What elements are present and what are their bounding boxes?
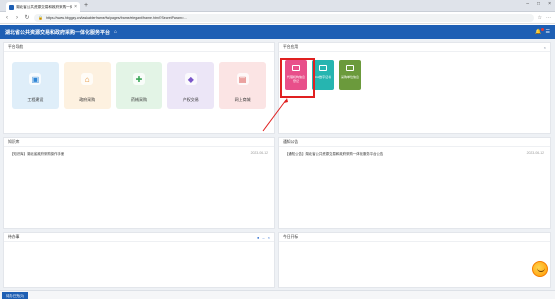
shop-icon: ▤ xyxy=(236,73,249,85)
app-tile[interactable]: 采购单位信息 xyxy=(339,60,361,90)
nav-card-label: 药械采购 xyxy=(130,97,147,102)
reload-icon[interactable]: ↻ xyxy=(24,15,30,21)
platform-apps-panel: 平台应用 × 代理机构信息登记 CA数字证书 采购单位信息 xyxy=(278,42,551,134)
address-bar: ‹ › ↻ 🔒 https://www.hbggzy.cn/taskablerf… xyxy=(0,12,555,24)
minimize-panel-icon[interactable]: – xyxy=(262,235,264,240)
assistant-mascot-icon[interactable] xyxy=(532,261,548,277)
url-text: https://www.hbggzy.cn/taskablerframe/fw/… xyxy=(45,15,187,20)
nav-card-label: 工程建设 xyxy=(27,97,44,102)
nav-card-label: 政府采购 xyxy=(79,97,96,102)
tab-close-icon[interactable]: × xyxy=(74,4,77,10)
basket-icon: ⌂ xyxy=(81,73,94,85)
minimize-button[interactable]: – xyxy=(526,1,529,7)
bottom-taskbar: 待办已完(0) xyxy=(0,290,555,299)
panel-title: 知识库 xyxy=(8,139,20,144)
building-icon: ▣ xyxy=(29,73,42,85)
star-icon[interactable]: ☆ xyxy=(538,15,542,21)
panel-title: 通知公告 xyxy=(283,139,299,144)
panel-header: 待办事 ● – × xyxy=(4,233,274,242)
app-tile-list: 代理机构信息登记 CA数字证书 采购单位信息 xyxy=(279,52,550,98)
platform-nav-panel: 平台导航 ▣ 工程建设 ⌂ 政府采购 ✚ 药械采购 ◆ 产权交易 ▤ 网上商城 xyxy=(3,42,275,134)
panel-title: 平台导航 xyxy=(8,44,24,49)
panel-header: 通知公告 xyxy=(279,138,550,147)
app-title: 湖北省公共资源交易和政府采购一体化服务平台 xyxy=(5,29,111,36)
notification-bell-icon[interactable]: 🔔 xyxy=(535,28,544,35)
refresh-icon[interactable]: ● xyxy=(257,235,259,240)
app-tile-label: CA数字证书 xyxy=(314,75,332,79)
home-icon[interactable]: ⌂ xyxy=(114,29,117,35)
nav-card[interactable]: ◆ 产权交易 xyxy=(167,62,215,109)
panel-header: 平台导航 xyxy=(4,43,274,52)
annotation-arrow xyxy=(262,98,288,132)
favicon-icon xyxy=(9,4,14,10)
close-panel-icon[interactable]: × xyxy=(268,235,270,240)
app-header: 湖北省公共资源交易和政府采购一体化服务平台 ⌂ 🔔 ☰ xyxy=(0,25,555,39)
notice-panel: 通知公告 【通知公告】湖北省公共资源交易和政府采购一体化服务平台公告 2023-… xyxy=(278,137,551,229)
nav-card-label: 网上商城 xyxy=(234,97,251,102)
app-tile[interactable]: CA数字证书 xyxy=(312,60,334,90)
lock-icon: 🔒 xyxy=(38,15,43,20)
medicine-icon: ✚ xyxy=(132,73,145,85)
nav-card[interactable]: ✚ 药械采购 xyxy=(115,62,163,109)
folder-icon xyxy=(346,65,354,71)
panel-title: 今日开标 xyxy=(283,234,299,239)
folder-icon xyxy=(319,65,327,71)
app-tile-label: 采购单位信息 xyxy=(340,75,359,79)
nav-card-label: 产权交易 xyxy=(182,97,199,102)
notification-dot xyxy=(540,28,544,31)
property-icon: ◆ xyxy=(184,73,197,85)
panel-title: 待办事 xyxy=(8,234,20,239)
collapse-icon[interactable]: × xyxy=(544,45,546,50)
browser-tab-strip: 湖北省公共资源交易和政府采购一体化服务平台 × + – □ × xyxy=(0,0,555,12)
close-window-button[interactable]: × xyxy=(548,1,551,7)
highlight-box xyxy=(280,58,315,98)
panel-header: 平台应用 × xyxy=(279,43,550,52)
list-item-title: 【通知公告】湖北省公共资源交易和政府采购一体化服务平台公告 xyxy=(285,152,384,156)
nav-card[interactable]: ▣ 工程建设 xyxy=(12,62,59,109)
bid-opening-panel: 今日开标 xyxy=(278,232,551,288)
back-icon[interactable]: ‹ xyxy=(4,15,10,21)
new-tab-button[interactable]: + xyxy=(84,2,88,10)
list-item-title: 【知识库】湖北省政府采购操作手册 xyxy=(10,152,65,156)
menu-icon[interactable]: ⋯ xyxy=(546,15,551,21)
tab-title: 湖北省公共资源交易和政府采购一体化服务平台 xyxy=(16,4,73,9)
browser-tab[interactable]: 湖北省公共资源交易和政府采购一体化服务平台 × xyxy=(6,2,80,12)
taskbar-button[interactable]: 待办已完(0) xyxy=(2,292,28,299)
list-item[interactable]: 【通知公告】湖北省公共资源交易和政府采购一体化服务平台公告 2023-06-12 xyxy=(279,147,550,160)
knowledge-panel: 知识库 【知识库】湖北省政府采购操作手册 2023-06-12 xyxy=(3,137,275,229)
window-controls: – □ × xyxy=(526,1,551,7)
nav-card-list: ▣ 工程建设 ⌂ 政府采购 ✚ 药械采购 ◆ 产权交易 ▤ 网上商城 xyxy=(4,52,274,119)
nav-card[interactable]: ▤ 网上商城 xyxy=(219,62,266,109)
panel-header: 今日开标 xyxy=(279,233,550,242)
forward-icon[interactable]: › xyxy=(14,15,20,21)
panel-header: 知识库 xyxy=(4,138,274,147)
list-item-date: 2023-06-12 xyxy=(250,151,268,155)
user-menu-icon[interactable]: ☰ xyxy=(546,29,550,35)
list-item[interactable]: 【知识库】湖北省政府采购操作手册 2023-06-12 xyxy=(4,147,274,160)
maximize-button[interactable]: □ xyxy=(537,1,540,7)
nav-card[interactable]: ⌂ 政府采购 xyxy=(63,62,111,109)
panel-title: 平台应用 xyxy=(283,44,299,49)
url-field[interactable]: 🔒 https://www.hbggzy.cn/taskablerframe/f… xyxy=(34,13,534,22)
todo-panel: 待办事 ● – × xyxy=(3,232,275,288)
list-item-date: 2023-06-12 xyxy=(526,151,544,155)
